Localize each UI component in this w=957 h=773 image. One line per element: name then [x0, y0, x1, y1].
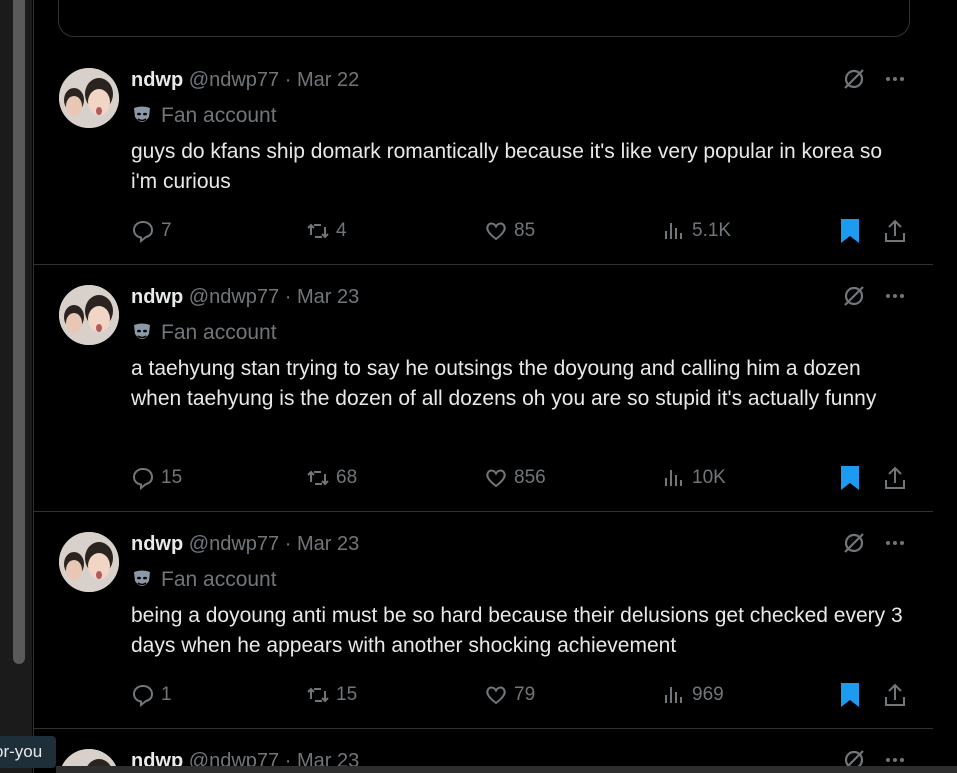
scrollbar-track[interactable] — [0, 0, 32, 773]
tweet-text: guys do kfans ship domark romantically b… — [131, 140, 883, 193]
repost-button[interactable]: 68 — [306, 463, 357, 493]
repost-count: 68 — [336, 467, 358, 488]
more-options-icon[interactable] — [882, 283, 908, 309]
badge-label: Fan account — [161, 568, 277, 591]
grok-icon[interactable] — [841, 66, 867, 92]
reply-count: 15 — [161, 467, 183, 488]
tweet-actions: 7 4 85 5.1K — [131, 216, 911, 246]
display-name[interactable]: ndwp — [131, 286, 183, 308]
view-count: 969 — [692, 684, 724, 705]
scrollbar-thumb[interactable] — [13, 0, 25, 664]
repost-icon — [307, 470, 329, 486]
reply-button[interactable]: 7 — [131, 216, 172, 246]
tweet[interactable]: ndwp @ndwp77 · Mar 23 Fan account a taeh… — [34, 265, 933, 512]
like-button[interactable]: 856 — [484, 463, 546, 493]
like-count: 856 — [514, 467, 546, 488]
tweet-date[interactable]: Mar 23 — [297, 286, 359, 308]
user-handle[interactable]: @ndwp77 — [189, 533, 279, 555]
theater-mask-icon — [134, 323, 150, 339]
separator-dot: · — [284, 533, 292, 555]
share-icon[interactable] — [883, 218, 907, 244]
heart-icon — [486, 469, 506, 488]
reply-icon — [132, 684, 154, 707]
fan-account-badge: Fan account — [131, 568, 277, 592]
tweet-header: ndwp @ndwp77 · Mar 23 — [131, 285, 359, 309]
analytics-icon — [665, 223, 682, 239]
views-button[interactable]: 5.1K — [662, 216, 731, 246]
bookmark-icon[interactable] — [838, 465, 862, 491]
previous-tweet-card[interactable] — [58, 0, 910, 37]
tooltip-text: or-you — [0, 742, 43, 761]
timeline-feed: ndwp @ndwp77 · Mar 22 Fan account guys d… — [33, 0, 934, 773]
avatar[interactable] — [59, 285, 119, 345]
view-count: 10K — [692, 467, 726, 488]
badge-label: Fan account — [161, 321, 277, 344]
fan-account-badge: Fan account — [131, 321, 277, 345]
reply-icon — [132, 467, 154, 490]
like-button[interactable]: 79 — [484, 680, 535, 710]
reply-count: 1 — [161, 684, 172, 705]
repost-count: 4 — [336, 220, 347, 241]
views-button[interactable]: 10K — [662, 463, 726, 493]
view-count: 5.1K — [692, 220, 732, 241]
reply-button[interactable]: 1 — [131, 680, 172, 710]
tweet-header: ndwp @ndwp77 · Mar 23 — [131, 532, 359, 556]
grok-icon[interactable] — [841, 283, 867, 309]
analytics-icon — [665, 470, 682, 486]
user-handle[interactable]: @ndwp77 — [189, 286, 279, 308]
tweet-header: ndwp @ndwp77 · Mar 22 — [131, 68, 359, 92]
reply-count: 7 — [161, 220, 172, 241]
tweet[interactable]: ndwp @ndwp77 · Mar 22 Fan account guys d… — [34, 48, 933, 265]
more-options-icon[interactable] — [882, 66, 908, 92]
theater-mask-icon — [134, 570, 150, 586]
tweet-text: a taehyung stan trying to say he outsing… — [131, 357, 877, 410]
share-icon[interactable] — [883, 682, 907, 708]
repost-icon — [307, 223, 329, 239]
heart-icon — [486, 686, 506, 705]
avatar[interactable] — [59, 68, 119, 128]
bookmark-icon[interactable] — [838, 218, 862, 244]
tweet-actions: 1 15 79 969 — [131, 680, 911, 710]
user-handle[interactable]: @ndwp77 — [189, 69, 279, 91]
reply-button[interactable]: 15 — [131, 463, 182, 493]
link-status-tooltip: or-you — [0, 736, 56, 768]
avatar[interactable] — [59, 532, 119, 592]
repost-button[interactable]: 4 — [306, 216, 347, 246]
separator-dot: · — [284, 286, 292, 308]
separator-dot: · — [284, 69, 292, 91]
repost-count: 15 — [336, 684, 358, 705]
more-options-icon[interactable] — [882, 530, 908, 556]
like-count: 79 — [514, 684, 536, 705]
theater-mask-icon — [134, 106, 150, 122]
share-icon[interactable] — [883, 465, 907, 491]
tweet-date[interactable]: Mar 22 — [297, 69, 359, 91]
reply-icon — [132, 220, 154, 243]
display-name[interactable]: ndwp — [131, 533, 183, 555]
analytics-icon — [665, 687, 682, 703]
fan-account-badge: Fan account — [131, 104, 277, 128]
tweet-date[interactable]: Mar 23 — [297, 533, 359, 555]
display-name[interactable]: ndwp — [131, 69, 183, 91]
heart-icon — [486, 222, 506, 241]
bottom-edge — [56, 766, 957, 773]
bookmark-icon[interactable] — [838, 682, 862, 708]
repost-icon — [307, 687, 329, 703]
repost-button[interactable]: 15 — [306, 680, 357, 710]
views-button[interactable]: 969 — [662, 680, 724, 710]
tweet[interactable]: ndwp @ndwp77 · Mar 23 Fan account being … — [34, 512, 933, 729]
right-margin — [933, 0, 957, 773]
grok-icon[interactable] — [841, 530, 867, 556]
like-button[interactable]: 85 — [484, 216, 535, 246]
badge-label: Fan account — [161, 104, 277, 127]
tweet-actions: 15 68 856 10K — [131, 463, 911, 493]
tweet-text: being a doyoung anti must be so hard bec… — [131, 604, 903, 657]
like-count: 85 — [514, 220, 536, 241]
